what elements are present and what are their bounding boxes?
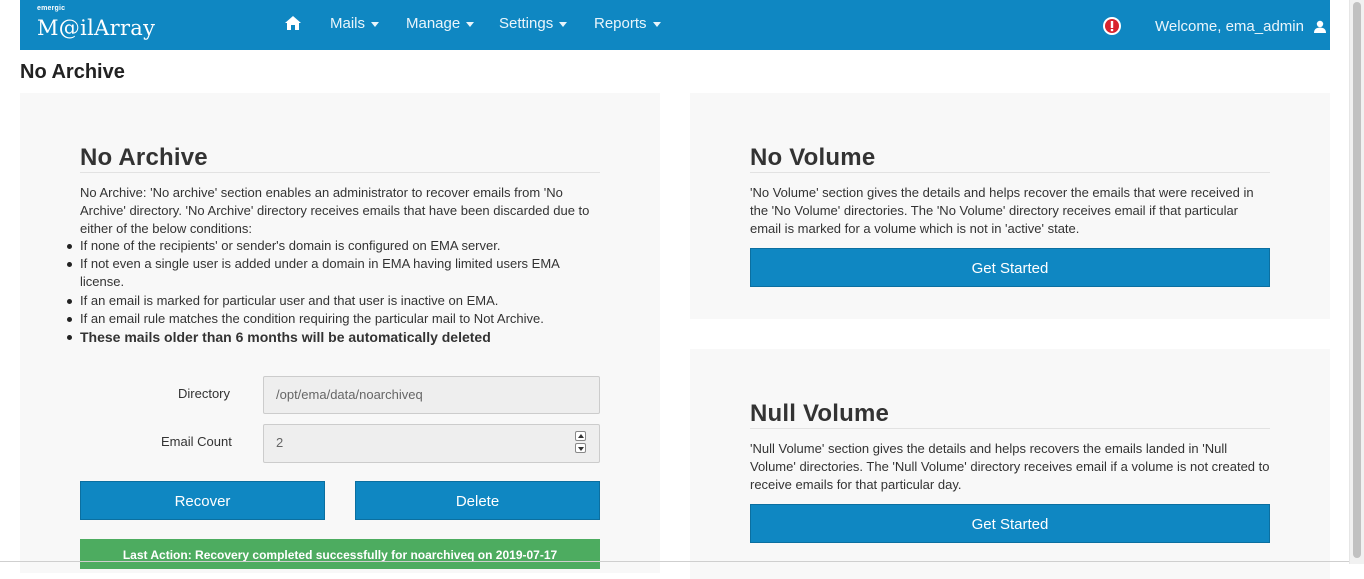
nav-manage-label: Manage: [406, 15, 461, 32]
nav-settings-menu[interactable]: Settings: [499, 15, 568, 32]
home-icon[interactable]: [284, 14, 302, 32]
null-volume-description: 'Null Volume' section gives the details …: [750, 441, 1270, 492]
null-volume-title: Null Volume: [750, 400, 890, 427]
stepper-down-icon[interactable]: [575, 443, 586, 453]
mailarray-logo[interactable]: emergic M@ilArray: [37, 5, 157, 45]
no-volume-get-started-button[interactable]: Get Started: [750, 248, 1270, 287]
nav-reports-menu[interactable]: Reports: [594, 15, 661, 32]
email-count-field[interactable]: 2: [263, 424, 600, 463]
no-volume-title: No Volume: [750, 144, 876, 171]
brand-tagline: emergic: [37, 5, 66, 12]
no-volume-description: 'No Volume' section gives the details an…: [750, 185, 1254, 236]
chevron-down-icon: [371, 21, 380, 27]
brand-name: M@ilArray: [37, 16, 156, 40]
list-item: If none of the recipients' or sender's d…: [67, 237, 600, 255]
alert-icon[interactable]: [1102, 16, 1122, 36]
directory-field[interactable]: /opt/ema/data/noarchiveq: [263, 376, 600, 414]
no-archive-conditions: If none of the recipients' or sender's d…: [67, 237, 600, 346]
chevron-down-icon: [652, 21, 661, 27]
horizontal-scrollbar[interactable]: [0, 561, 1350, 562]
section-divider: [750, 428, 1270, 429]
section-divider: [80, 172, 600, 173]
nav-mails-label: Mails: [330, 15, 366, 32]
user-menu[interactable]: Welcome, ema_admin: [1155, 18, 1327, 35]
no-archive-intro: No Archive: 'No archive' section enables…: [80, 185, 590, 236]
page-title: No Archive: [20, 61, 125, 83]
user-icon: [1314, 20, 1327, 33]
auto-delete-notice: These mails older than 6 months will be …: [67, 328, 600, 346]
null-volume-get-started-button[interactable]: Get Started: [750, 504, 1270, 543]
delete-button[interactable]: Delete: [355, 481, 600, 520]
quantity-stepper[interactable]: [575, 431, 587, 455]
vertical-scrollbar[interactable]: [1349, 0, 1364, 564]
nav-reports-label: Reports: [594, 15, 647, 32]
list-item: If an email is marked for particular use…: [67, 292, 600, 310]
chevron-down-icon: [466, 21, 475, 27]
nav-settings-label: Settings: [499, 15, 554, 32]
email-count-value: 2: [276, 435, 284, 450]
directory-label: Directory: [178, 386, 231, 401]
nav-mails-menu[interactable]: Mails: [330, 15, 380, 32]
section-divider: [750, 172, 1270, 173]
scrollbar-thumb[interactable]: [1353, 2, 1361, 558]
no-archive-title: No Archive: [80, 144, 208, 171]
chevron-down-icon: [559, 21, 568, 27]
nav-manage-menu[interactable]: Manage: [406, 15, 475, 32]
email-count-label: Email Count: [161, 434, 232, 449]
stepper-up-icon[interactable]: [575, 431, 586, 441]
recover-button[interactable]: Recover: [80, 481, 325, 520]
list-item: If an email rule matches the condition r…: [67, 310, 600, 328]
list-item: If not even a single user is added under…: [67, 255, 600, 291]
top-navbar: emergic M@ilArray Mails Manage Settings …: [20, 0, 1330, 50]
last-action-status: Last Action: Recovery completed successf…: [80, 539, 600, 569]
welcome-text: Welcome, ema_admin: [1155, 18, 1304, 35]
